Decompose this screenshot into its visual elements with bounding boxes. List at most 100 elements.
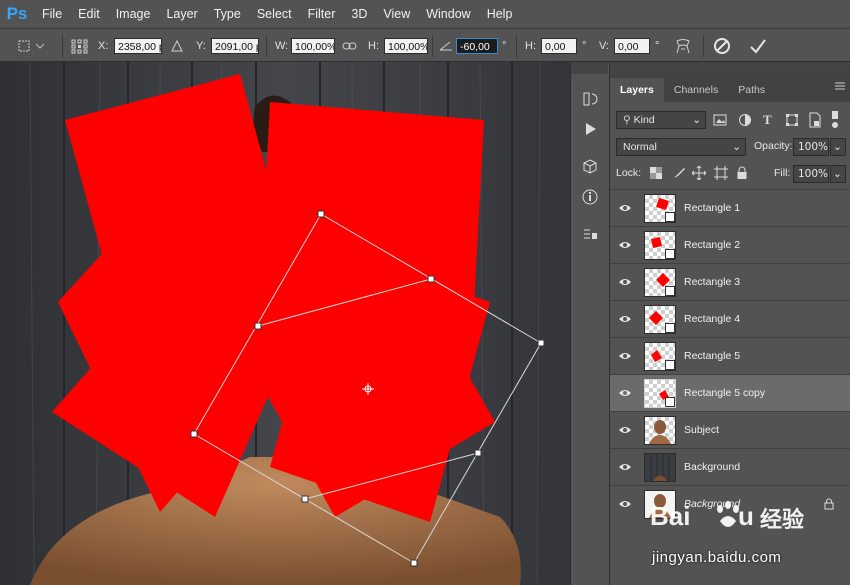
visibility-eye-icon[interactable] bbox=[610, 499, 640, 509]
visibility-eye-icon[interactable] bbox=[610, 203, 640, 213]
tab-layers[interactable]: Layers bbox=[610, 78, 664, 102]
menu-3d[interactable]: 3D bbox=[343, 7, 375, 21]
document-canvas[interactable] bbox=[0, 62, 570, 585]
height-label: H: bbox=[368, 40, 379, 52]
lock-position-move-icon[interactable] bbox=[691, 165, 707, 183]
angle-icon bbox=[438, 29, 454, 63]
v-skew-label: V: bbox=[599, 40, 609, 52]
tab-paths[interactable]: Paths bbox=[728, 78, 775, 102]
visibility-eye-icon[interactable] bbox=[610, 240, 640, 250]
width-field[interactable]: 100,00% bbox=[291, 38, 335, 54]
menu-filter[interactable]: Filter bbox=[300, 7, 344, 21]
relative-position-icon[interactable] bbox=[170, 29, 184, 63]
commit-transform-icon[interactable] bbox=[748, 29, 768, 63]
link-icon[interactable] bbox=[342, 29, 358, 63]
opacity-dropdown-icon[interactable]: ⌄ bbox=[830, 138, 846, 156]
h-skew-field[interactable]: 0,00 bbox=[541, 38, 577, 54]
panel-collapse-bar[interactable] bbox=[610, 62, 850, 74]
history-icon[interactable] bbox=[571, 84, 609, 114]
filter-row: ⚲ Kind ⌄ T bbox=[610, 107, 850, 134]
actions-play-icon[interactable] bbox=[571, 114, 609, 144]
visibility-eye-icon[interactable] bbox=[610, 351, 640, 361]
fill-dropdown-icon[interactable]: ⌄ bbox=[830, 165, 846, 183]
layer-row-rectangle-5-copy[interactable]: Rectangle 5 copy bbox=[610, 374, 850, 411]
layer-name: Rectangle 3 bbox=[684, 276, 741, 288]
angle-unit: ° bbox=[502, 40, 507, 52]
blend-mode-select[interactable]: Normal ⌄ bbox=[616, 138, 746, 156]
x-label: X: bbox=[98, 40, 109, 52]
cancel-transform-icon[interactable] bbox=[712, 29, 732, 63]
dock-collapse-bar[interactable] bbox=[571, 62, 608, 74]
tab-channels[interactable]: Channels bbox=[664, 78, 728, 102]
menu-window[interactable]: Window bbox=[418, 7, 478, 21]
layer-thumbnail bbox=[644, 378, 676, 408]
layer-row-subject[interactable]: Subject bbox=[610, 411, 850, 448]
filter-kind-select[interactable]: ⚲ Kind ⌄ bbox=[616, 111, 706, 129]
layer-thumbnail bbox=[644, 267, 676, 297]
menu-help[interactable]: Help bbox=[479, 7, 521, 21]
layer-name: Rectangle 5 copy bbox=[684, 387, 766, 399]
options-bar: X: 2358,00 px Y: 2091,00 px W: 100,00% H… bbox=[0, 28, 850, 62]
width-label: W: bbox=[275, 40, 289, 52]
rotation-angle-field[interactable]: -60,00 bbox=[456, 38, 498, 54]
layer-row-background-locked[interactable]: Background bbox=[610, 485, 850, 522]
3d-icon[interactable] bbox=[571, 152, 609, 182]
lock-image-brush-icon[interactable] bbox=[672, 166, 686, 183]
menu-image[interactable]: Image bbox=[108, 7, 159, 21]
layer-row-rectangle-3[interactable]: Rectangle 3 bbox=[610, 263, 850, 300]
layer-name: Background bbox=[684, 461, 741, 473]
opacity-field[interactable]: 100% bbox=[793, 138, 829, 156]
menu-type[interactable]: Type bbox=[206, 7, 249, 21]
visibility-eye-icon[interactable] bbox=[610, 462, 640, 472]
filter-toggle-icon[interactable] bbox=[828, 111, 842, 131]
warp-mode-icon[interactable] bbox=[673, 29, 693, 63]
layer-row-rectangle-2[interactable]: Rectangle 2 bbox=[610, 226, 850, 263]
layer-thumbnail bbox=[644, 193, 676, 223]
chevron-down-icon: ⌄ bbox=[692, 114, 701, 126]
opacity-label: Opacity: bbox=[754, 140, 793, 152]
y-label: Y: bbox=[196, 40, 206, 52]
shape-filter-icon[interactable] bbox=[785, 113, 799, 130]
lock-transparency-icon[interactable] bbox=[650, 167, 662, 182]
x-position-field[interactable]: 2358,00 px bbox=[114, 38, 162, 54]
type-filter-icon[interactable]: T bbox=[763, 112, 772, 128]
layer-name: Rectangle 2 bbox=[684, 239, 741, 251]
visibility-eye-icon[interactable] bbox=[610, 277, 640, 287]
layer-thumbnail bbox=[644, 230, 676, 260]
reference-point-icon[interactable] bbox=[70, 29, 90, 63]
smart-object-filter-icon[interactable] bbox=[808, 112, 822, 131]
layer-name: Subject bbox=[684, 424, 720, 436]
smart-object-badge-icon bbox=[665, 285, 675, 296]
properties-icon[interactable] bbox=[571, 220, 609, 250]
height-field[interactable]: 100,00% bbox=[384, 38, 428, 54]
menu-view[interactable]: View bbox=[375, 7, 418, 21]
visibility-eye-icon[interactable] bbox=[610, 388, 640, 398]
y-position-field[interactable]: 2091,00 px bbox=[211, 38, 259, 54]
menu-layer[interactable]: Layer bbox=[158, 7, 205, 21]
layer-name: Background bbox=[684, 498, 741, 510]
pixel-filter-icon[interactable] bbox=[713, 113, 727, 130]
visibility-eye-icon[interactable] bbox=[610, 425, 640, 435]
layer-row-background[interactable]: Background bbox=[610, 448, 850, 485]
menu-edit[interactable]: Edit bbox=[70, 7, 108, 21]
lock-artboard-icon[interactable] bbox=[714, 166, 728, 183]
transform-tool-icon[interactable] bbox=[16, 29, 46, 63]
layer-row-rectangle-4[interactable]: Rectangle 4 bbox=[610, 300, 850, 337]
v-skew-field[interactable]: 0,00 bbox=[614, 38, 650, 54]
visibility-eye-icon[interactable] bbox=[610, 314, 640, 324]
info-icon[interactable] bbox=[571, 182, 609, 212]
panel-menu-icon[interactable] bbox=[834, 80, 846, 95]
layer-row-rectangle-1[interactable]: Rectangle 1 bbox=[610, 189, 850, 226]
fill-field[interactable]: 100% bbox=[793, 165, 829, 183]
layer-thumbnail bbox=[644, 304, 676, 334]
lock-all-icon[interactable] bbox=[736, 166, 748, 183]
adjustment-filter-icon[interactable] bbox=[738, 113, 752, 130]
smart-object-badge-icon bbox=[665, 322, 675, 333]
blend-mode-label: Normal bbox=[623, 141, 657, 153]
menu-file[interactable]: File bbox=[34, 7, 70, 21]
menu-select[interactable]: Select bbox=[249, 7, 300, 21]
smart-object-badge-icon bbox=[665, 396, 675, 407]
layer-row-rectangle-5[interactable]: Rectangle 5 bbox=[610, 337, 850, 374]
h-skew-label: H: bbox=[525, 40, 536, 52]
chevron-down-icon: ⌄ bbox=[732, 141, 741, 153]
